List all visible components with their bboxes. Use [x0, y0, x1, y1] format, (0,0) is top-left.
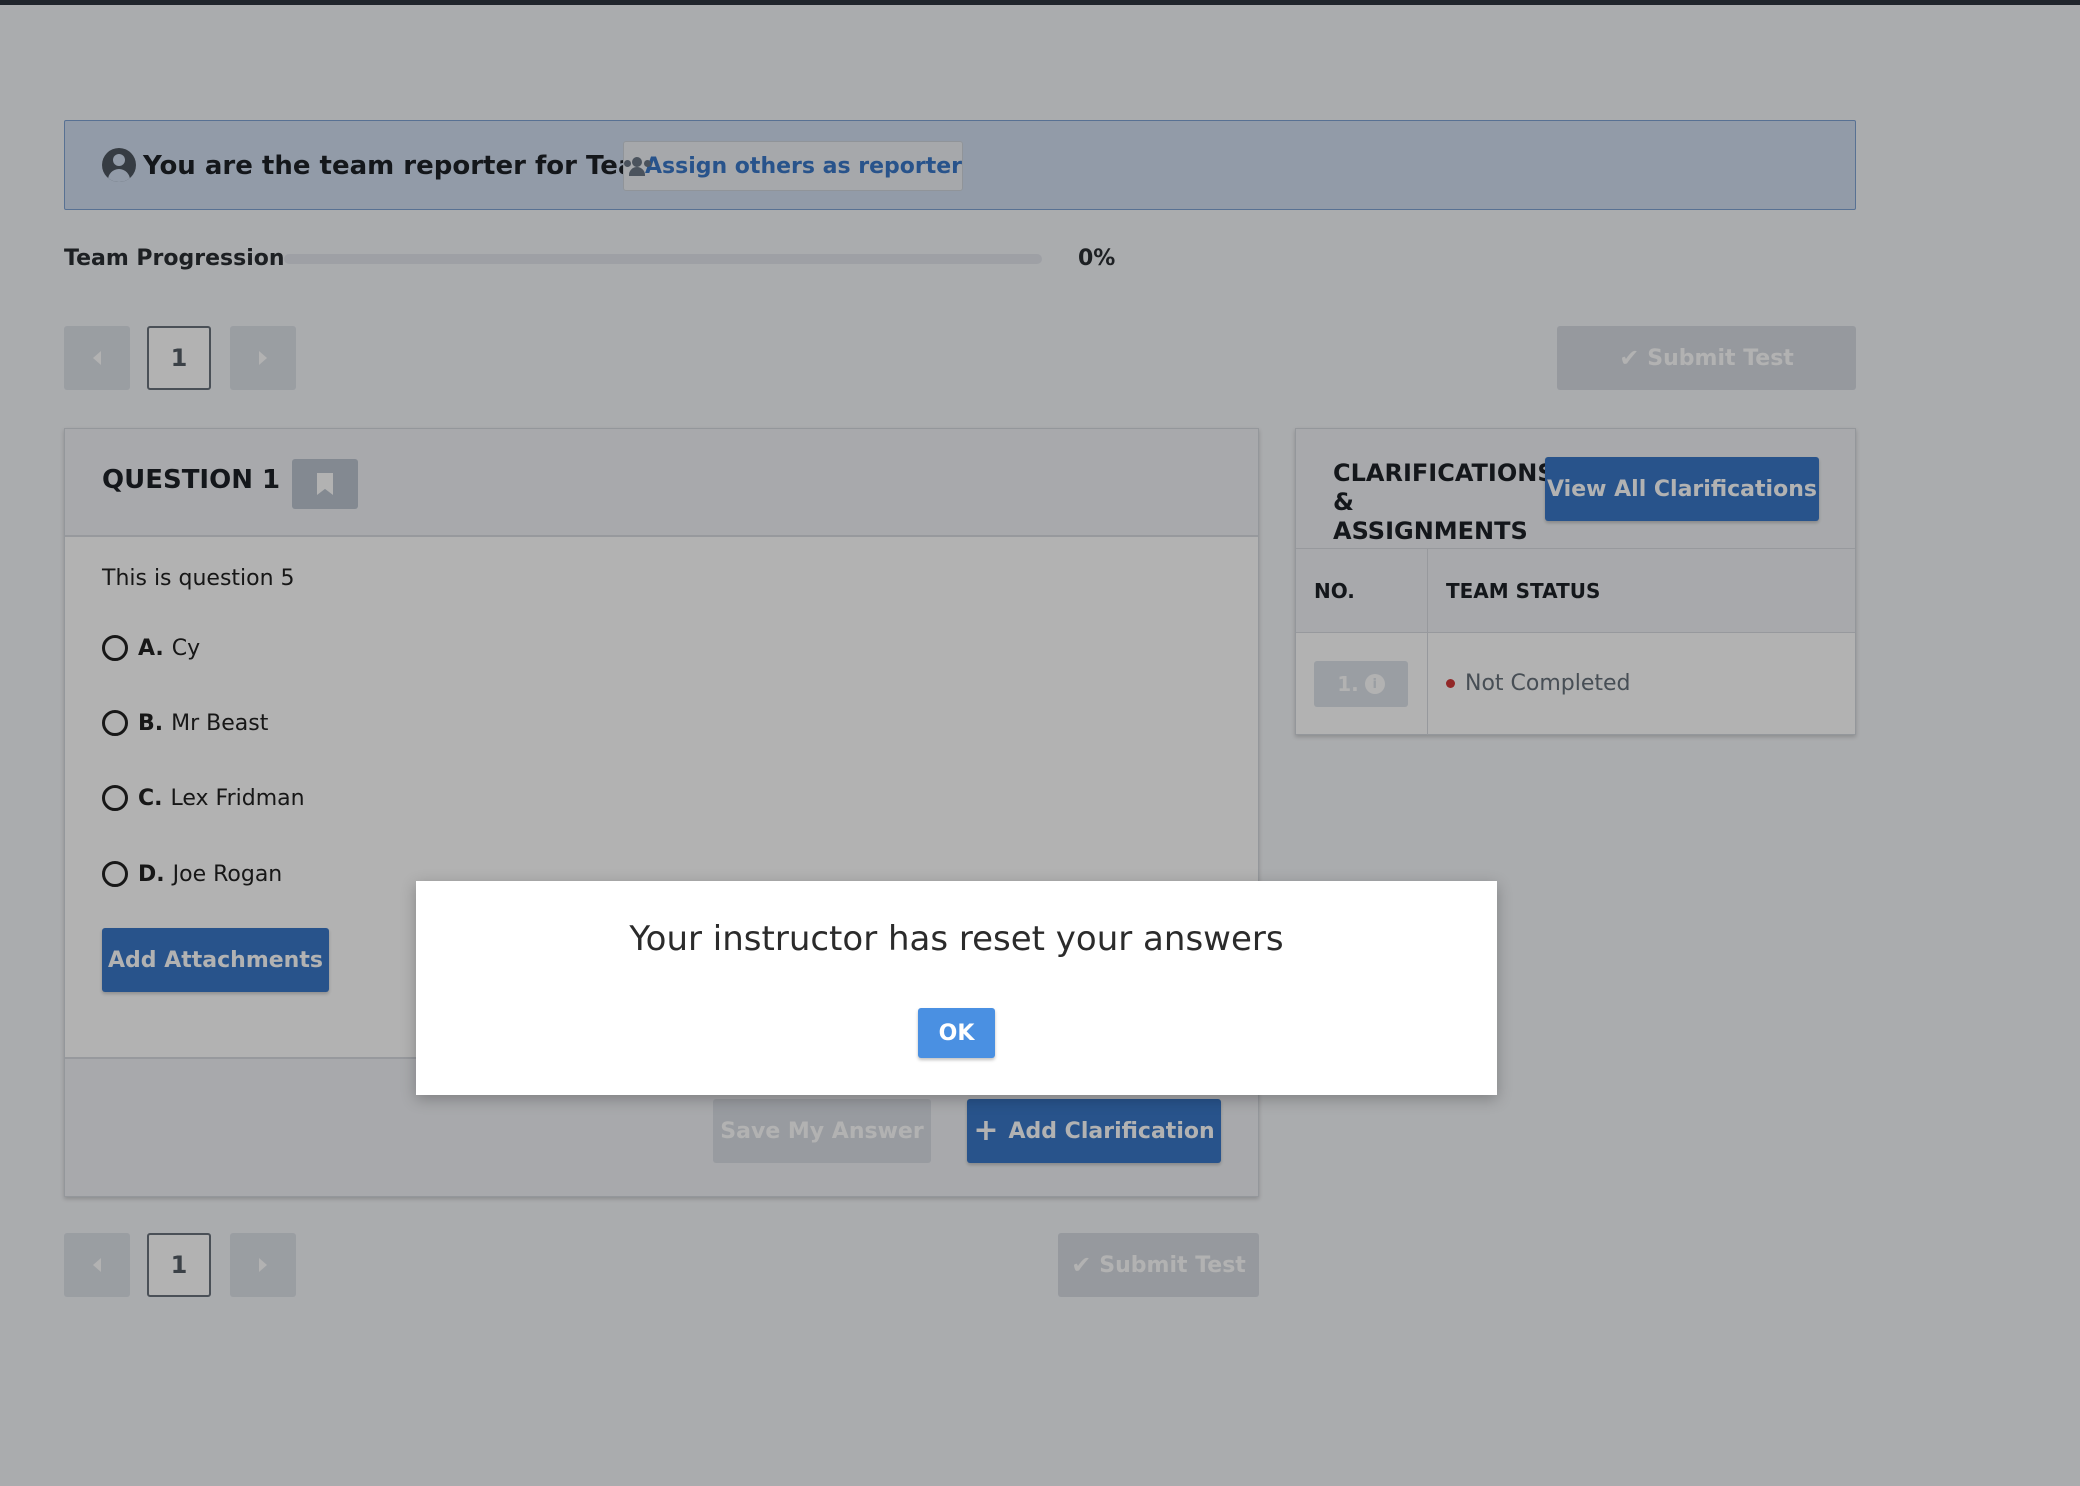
modal-backdrop[interactable]: [0, 0, 2080, 1486]
dialog-message: Your instructor has reset your answers: [629, 919, 1284, 959]
reset-answers-dialog: Your instructor has reset your answers O…: [416, 881, 1497, 1095]
ok-button[interactable]: OK: [918, 1008, 995, 1058]
